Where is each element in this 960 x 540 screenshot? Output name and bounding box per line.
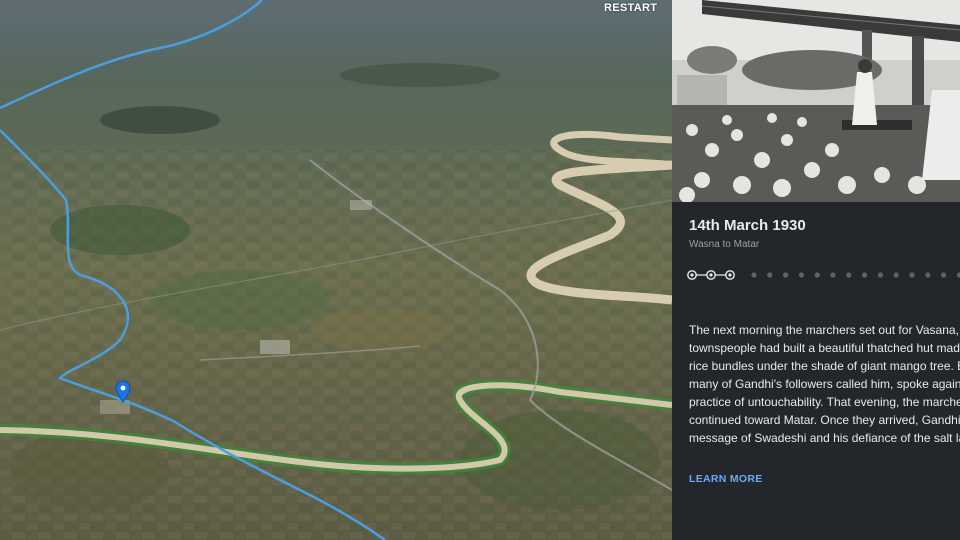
story-body-line: rice bundles under the shade of giant ma… xyxy=(689,359,960,373)
progress-step[interactable] xyxy=(814,272,820,278)
progress-step-dot xyxy=(709,273,713,277)
progress-step[interactable] xyxy=(909,272,915,278)
historical-photo xyxy=(672,0,960,202)
progress-step-dot xyxy=(728,273,732,277)
progress-step[interactable] xyxy=(767,272,773,278)
story-body-text: The next morning the marchers set out fo… xyxy=(689,321,960,447)
progress-step[interactable] xyxy=(862,272,868,278)
story-body-line: continued toward Matar. Once they arrive… xyxy=(689,413,960,427)
progress-steps[interactable] xyxy=(686,268,960,282)
progress-step[interactable] xyxy=(925,272,931,278)
story-body-line: message of Swadeshi and his defiance of … xyxy=(689,431,960,445)
progress-step-dot xyxy=(690,273,694,277)
story-body-line: townspeople had built a beautiful thatch… xyxy=(689,341,960,355)
satellite-map-view[interactable]: RESTART xyxy=(0,0,672,540)
progress-step[interactable] xyxy=(877,272,883,278)
progress-step[interactable] xyxy=(846,272,852,278)
story-body-line: many of Gandhi's followers called him, s… xyxy=(689,377,960,391)
progress-step[interactable] xyxy=(893,272,899,278)
progress-step[interactable] xyxy=(783,272,789,278)
progress-step[interactable] xyxy=(830,272,836,278)
story-route-subtitle: Wasna to Matar xyxy=(689,239,760,250)
story-date-title: 14th March 1930 xyxy=(689,217,806,234)
story-body-line: practice of untouchability. That evening… xyxy=(689,395,960,409)
learn-more-link[interactable]: LEARN MORE xyxy=(689,473,763,485)
progress-step[interactable] xyxy=(798,272,804,278)
progress-step[interactable] xyxy=(941,272,947,278)
restart-button[interactable]: RESTART xyxy=(604,2,657,14)
progress-step[interactable] xyxy=(751,272,757,278)
story-panel: 14th March 1930 Wasna to Matar The next … xyxy=(672,0,960,540)
story-body-line: The next morning the marchers set out fo… xyxy=(689,323,959,337)
